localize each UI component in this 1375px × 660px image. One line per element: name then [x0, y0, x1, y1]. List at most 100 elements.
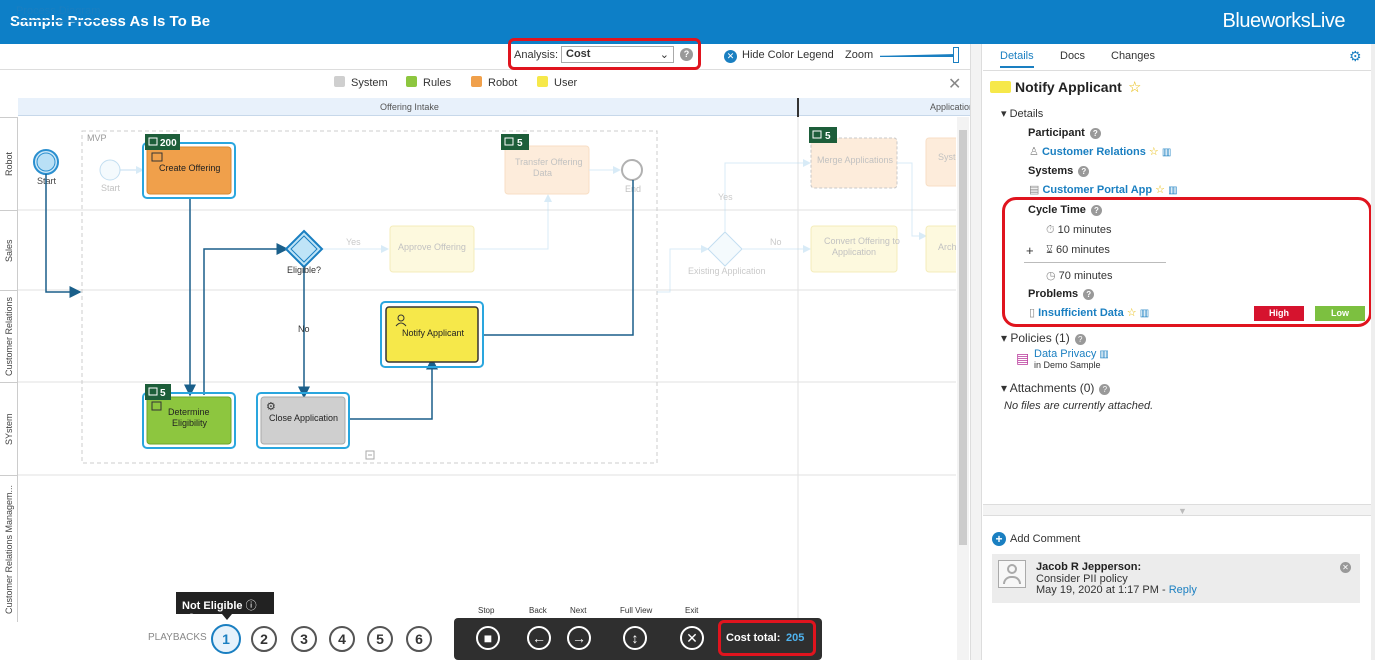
playback-2-button[interactable]: 2 [251, 626, 277, 652]
playback-4-button[interactable]: 4 [329, 626, 355, 652]
start-main-label: Start [37, 176, 57, 186]
reply-link[interactable]: Reply [1169, 584, 1197, 596]
playback-5-button[interactable]: 5 [367, 626, 393, 652]
back-button[interactable]: ← [527, 626, 551, 650]
policy-row: Data Privacy ▥ [1034, 348, 1109, 360]
zoom-label: Zoom [845, 49, 874, 61]
chevron-down-icon[interactable]: ▼ [1178, 506, 1187, 516]
phase-divider [797, 98, 799, 117]
playbacks-label: PLAYBACKS [148, 632, 207, 643]
lane-sales: Sales [0, 210, 18, 290]
full-view-label: Full View [620, 606, 653, 615]
policies-section[interactable]: ▾ Policies (1)? [1001, 331, 1086, 345]
problem-row: ▯ Insufficient Data ☆ ▥ [1029, 306, 1149, 319]
hide-legend-icon[interactable]: ✕ [724, 50, 737, 63]
playback-1-button[interactable]: 1 [211, 624, 241, 654]
notify-label: Notify Applicant [402, 328, 465, 338]
existing-label: Existing Application [688, 266, 766, 276]
star-icon[interactable]: ☆ [1128, 78, 1141, 96]
playback-6-button[interactable]: 6 [406, 626, 432, 652]
legend-label: Rules [423, 77, 452, 89]
policies-label: Policies (1) [1010, 331, 1070, 345]
diagram-canvas[interactable]: MVP Start Start Approve Offering Yes Tra… [18, 117, 956, 622]
add-comment-link[interactable]: Add Comment [1010, 533, 1080, 545]
legend-item-user: User [537, 76, 577, 89]
scrollbar-thumb[interactable] [959, 130, 967, 545]
gear-icon[interactable]: ⚙ [1349, 48, 1362, 65]
help-icon: ? [1090, 205, 1102, 216]
tab-process-diagram[interactable]: Process Diagram [16, 5, 101, 22]
stop-label: Stop [478, 606, 495, 615]
no-files-text: No files are currently attached. [1004, 400, 1154, 412]
playback-3-button[interactable]: 3 [291, 626, 317, 652]
cost-total-value: 205 [786, 632, 805, 644]
problems-label: Problems? [1028, 288, 1095, 300]
close-icon[interactable]: ✕ [1340, 562, 1351, 573]
system-icon: ▤ [1029, 184, 1040, 196]
tab-details[interactable]: Details [1000, 50, 1034, 68]
sys-partial-label: Syste [938, 152, 956, 162]
next-label: Next [570, 606, 587, 615]
panel-scrollbar[interactable] [1371, 44, 1375, 660]
create-label: Create Offering [159, 163, 220, 173]
swimlane-labels: Robot Sales Customer Relations SYstem Cu… [0, 117, 18, 622]
clock-icon: ◷ [1046, 270, 1056, 282]
wait-time-row: ⌛︎ 60 minutes [1046, 244, 1110, 257]
work-time-row: ⏱︎ 10 minutes [1046, 224, 1111, 237]
book-icon: ▥ [1099, 349, 1109, 360]
attachments-section[interactable]: ▾ Attachments (0)? [1001, 381, 1111, 395]
participant-link[interactable]: Customer Relations [1042, 146, 1146, 158]
hide-color-legend-link[interactable]: Hide Color Legend [742, 49, 834, 61]
help-icon: ? [1074, 334, 1086, 345]
mvp-label: MVP [87, 133, 107, 143]
full-view-button[interactable]: ↕ [623, 626, 647, 650]
comment-separator: - [1161, 584, 1166, 596]
system-link[interactable]: Customer Portal App [1042, 184, 1152, 196]
stopwatch-icon: ⏱︎ [1046, 224, 1055, 236]
person-icon: ♙ [1029, 146, 1039, 158]
exit-button[interactable]: ✕ [680, 626, 704, 650]
yes2-label: Yes [718, 192, 733, 202]
comment-meta: May 19, 2020 at 1:17 PM - Reply [1036, 584, 1197, 596]
add-icon[interactable]: + [992, 532, 1006, 546]
cycle-time-label: Cycle Time? [1028, 204, 1102, 216]
selected-activity-title: Notify Applicant [1015, 79, 1122, 95]
tab-docs[interactable]: Docs [1060, 50, 1085, 62]
divider [983, 70, 1375, 71]
brand-logo: BlueworksLive [1222, 10, 1346, 32]
details-label: Details [1009, 108, 1044, 120]
zoom-slider-thumb[interactable] [953, 47, 959, 63]
problem-link[interactable]: Insufficient Data [1038, 307, 1124, 319]
svg-text:5: 5 [825, 131, 831, 142]
close-icon[interactable]: ✕ [948, 74, 961, 94]
panel-splitter[interactable] [970, 44, 982, 660]
exit-label: Exit [685, 606, 699, 615]
policy-doc-icon: ▤ [1016, 350, 1030, 366]
tab-changes[interactable]: Changes [1111, 50, 1155, 62]
work-time-value: 10 minutes [1057, 224, 1112, 236]
book-icon: ▥ [1161, 147, 1172, 158]
total-time-row: ◷ 70 minutes [1046, 269, 1112, 282]
details-section[interactable]: ▾ Details [1001, 107, 1043, 120]
task-system-partial [925, 137, 956, 187]
lane-crm: Customer Relations Managem... [0, 475, 18, 622]
book-icon: ▥ [1139, 308, 1150, 319]
policy-source: in Demo Sample [1034, 360, 1101, 370]
user-color-swatch [990, 81, 1011, 93]
severity-badge: High [1254, 306, 1304, 321]
tooltip-text: Not Eligible [182, 600, 243, 612]
hourglass-icon: ⌛︎ [1046, 244, 1053, 256]
avatar-body [1003, 576, 1021, 584]
stop-button[interactable]: ■ [476, 626, 500, 650]
lane-system: SYstem [0, 382, 18, 475]
color-legend: System Rules Robot User [0, 70, 975, 96]
legend-label: User [554, 77, 578, 89]
svg-text:5: 5 [517, 138, 523, 149]
legend-label: System [351, 77, 388, 89]
help-icon: ? [1099, 384, 1111, 395]
next-button[interactable]: → [567, 626, 591, 650]
approve-label: Approve Offering [398, 242, 466, 252]
policy-link[interactable]: Data Privacy [1034, 348, 1096, 360]
help-icon: ? [1089, 128, 1101, 139]
legend-item-robot: Robot [471, 76, 517, 89]
